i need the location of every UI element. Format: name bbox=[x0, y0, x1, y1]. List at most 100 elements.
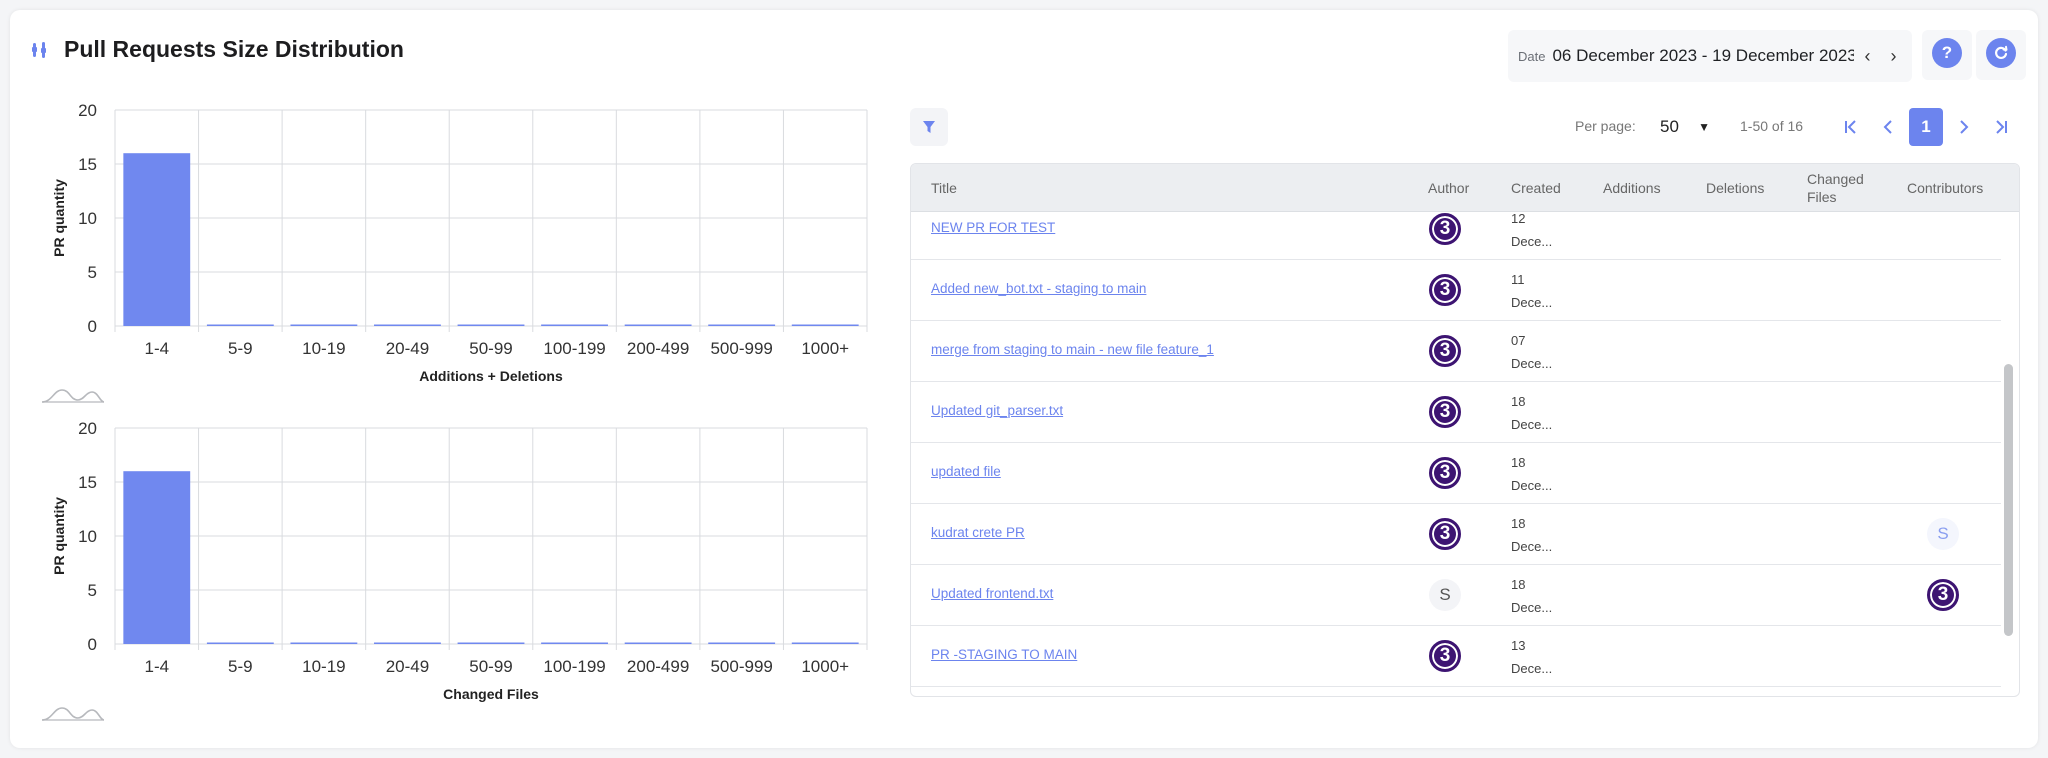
contributor-avatar[interactable]: 3 bbox=[1927, 579, 1959, 611]
last-page-icon bbox=[1996, 120, 2007, 134]
y-axis-label: PR quantity bbox=[51, 497, 67, 575]
bar-200-499 bbox=[624, 324, 692, 326]
bar-50-99 bbox=[457, 642, 525, 644]
table-row: NEW PR FOR TEST 3 12 Dece... bbox=[911, 212, 2001, 260]
author-avatar[interactable]: 3 bbox=[1429, 213, 1461, 245]
author-avatar[interactable]: 3 bbox=[1429, 518, 1461, 550]
column-header-deletions[interactable]: Deletions bbox=[1706, 164, 1764, 212]
last-page-button[interactable] bbox=[1984, 108, 2018, 146]
bar-5-9 bbox=[206, 642, 274, 644]
column-header-author[interactable]: Author bbox=[1428, 164, 1469, 212]
y-tick-label: 5 bbox=[88, 263, 97, 282]
x-tick-label: 20-49 bbox=[386, 657, 429, 676]
column-header-contributors[interactable]: Contributors bbox=[1907, 164, 1983, 212]
created-date: 18 Dece... bbox=[1511, 516, 1553, 554]
x-tick-label: 500-999 bbox=[710, 339, 772, 358]
bar-10-19 bbox=[290, 324, 358, 326]
y-tick-label: 20 bbox=[78, 101, 97, 120]
created-date: 11 Dece... bbox=[1511, 272, 1553, 310]
bar-100-199 bbox=[541, 642, 608, 644]
table-body: NEW PR FOR TEST 3 12 Dece... Added new_bot.t… bbox=[911, 212, 2001, 696]
x-tick-label: 100-199 bbox=[543, 339, 605, 358]
x-tick-label: 50-99 bbox=[469, 657, 512, 676]
created-date: 18 Dece... bbox=[1511, 577, 1553, 615]
x-tick-label: 5-9 bbox=[228, 657, 253, 676]
author-avatar[interactable]: 3 bbox=[1429, 640, 1461, 672]
author-avatar[interactable]: S bbox=[1429, 579, 1461, 611]
x-tick-label: 200-499 bbox=[627, 657, 689, 676]
help-button[interactable]: ? bbox=[1932, 38, 1962, 68]
pr-title-link[interactable]: merge from staging to main - new file fe… bbox=[931, 342, 1214, 357]
additions-deletions-chart: 0 5 10 15 20 1-4 5-9 10-19 20-49 50-99 100-199 200-… bbox=[30, 96, 890, 396]
x-tick-label: 100-199 bbox=[543, 657, 605, 676]
first-page-button[interactable] bbox=[1834, 108, 1868, 146]
bar-1-4 bbox=[123, 471, 191, 644]
bar-20-49 bbox=[374, 642, 441, 644]
bar-1000+ bbox=[791, 324, 859, 326]
x-axis-label: Changed Files bbox=[443, 686, 539, 702]
table-row: updated file 3 18 Dece... bbox=[911, 443, 2001, 504]
column-header-changed-files[interactable]: Changed Files bbox=[1807, 164, 1877, 212]
table-scrollbar[interactable] bbox=[2004, 364, 2013, 636]
created-date: 13 Dece... bbox=[1511, 638, 1553, 676]
y-tick-label: 15 bbox=[78, 155, 97, 174]
y-axis-label: PR quantity bbox=[51, 179, 67, 257]
author-avatar[interactable]: 3 bbox=[1429, 396, 1461, 428]
date-label: Date bbox=[1518, 48, 1546, 64]
x-tick-label: 1-4 bbox=[144, 657, 169, 676]
pr-title-link[interactable]: NEW PR FOR TEST bbox=[931, 220, 1055, 235]
x-tick-label: 1000+ bbox=[801, 339, 849, 358]
pr-title-link[interactable]: Updated frontend.txt bbox=[931, 586, 1053, 601]
x-tick-label: 1-4 bbox=[144, 339, 169, 358]
y-tick-label: 5 bbox=[88, 581, 97, 600]
author-avatar[interactable]: 3 bbox=[1429, 335, 1461, 367]
bar-10-19 bbox=[290, 642, 358, 644]
created-date: 07 Dece... bbox=[1511, 333, 1553, 371]
filter-icon bbox=[923, 121, 935, 133]
date-range-value[interactable]: 06 December 2023 - 19 December 2023 bbox=[1552, 46, 1854, 66]
created-date: 18 Dece... bbox=[1511, 455, 1553, 493]
contributor-avatar[interactable]: S bbox=[1927, 518, 1959, 550]
table-row: Updated frontend.txt S 18 Dece... 3 bbox=[911, 565, 2001, 626]
per-page-value: 50 bbox=[1660, 117, 1679, 136]
author-avatar[interactable]: 3 bbox=[1429, 274, 1461, 306]
date-prev-button[interactable]: ‹ bbox=[1854, 46, 1880, 67]
prev-page-button[interactable] bbox=[1871, 108, 1905, 146]
table-row: PR -STAGING TO MAIN 3 13 Dece... bbox=[911, 626, 2001, 687]
next-page-button[interactable] bbox=[1947, 108, 1981, 146]
changed-files-chart: 0 5 10 15 20 1-4 5-9 10-19 20-49 50-99 100-199 200-… bbox=[30, 414, 890, 714]
pr-title-link[interactable]: PR -STAGING TO MAIN bbox=[931, 647, 1077, 662]
filter-button[interactable] bbox=[910, 108, 948, 146]
per-page-select[interactable]: 50 ▼ bbox=[1660, 114, 1710, 140]
x-tick-label: 50-99 bbox=[469, 339, 512, 358]
bar-100-199 bbox=[541, 324, 608, 326]
pr-title-link[interactable]: Added new_bot.txt - staging to main bbox=[931, 281, 1146, 296]
y-tick-label: 0 bbox=[88, 635, 97, 654]
pr-title-link[interactable]: updated file bbox=[931, 464, 1001, 479]
bar-20-49 bbox=[374, 324, 441, 326]
bar-chart-icon bbox=[32, 42, 46, 58]
x-tick-label: 5-9 bbox=[228, 339, 253, 358]
column-header-additions[interactable]: Additions bbox=[1603, 164, 1661, 212]
date-next-button[interactable]: › bbox=[1880, 46, 1906, 67]
pr-title-link[interactable]: kudrat crete PR bbox=[931, 525, 1025, 540]
page-button-current[interactable]: 1 bbox=[1909, 108, 1943, 146]
x-axis-label: Additions + Deletions bbox=[419, 368, 563, 384]
pull-requests-table: Title Author Created Additions Deletions… bbox=[910, 163, 2020, 697]
x-tick-label: 20-49 bbox=[386, 339, 429, 358]
y-tick-label: 10 bbox=[78, 209, 97, 228]
y-tick-label: 0 bbox=[88, 317, 97, 336]
pr-title-link[interactable]: Updated git_parser.txt bbox=[931, 403, 1063, 418]
created-date: 18 Dece... bbox=[1511, 394, 1553, 432]
refresh-button[interactable] bbox=[1986, 38, 2016, 68]
chevron-right-icon bbox=[1960, 120, 1969, 134]
caret-down-icon: ▼ bbox=[1698, 120, 1710, 134]
wave-icon bbox=[41, 707, 105, 721]
x-tick-label: 200-499 bbox=[627, 339, 689, 358]
author-avatar[interactable]: 3 bbox=[1429, 457, 1461, 489]
column-header-created[interactable]: Created bbox=[1511, 164, 1561, 212]
question-icon: ? bbox=[1941, 43, 1953, 62]
bar-1-4 bbox=[123, 153, 191, 326]
column-header-title[interactable]: Title bbox=[931, 164, 957, 212]
date-range-picker[interactable]: Date 06 December 2023 - 19 December 2023… bbox=[1508, 30, 1912, 82]
